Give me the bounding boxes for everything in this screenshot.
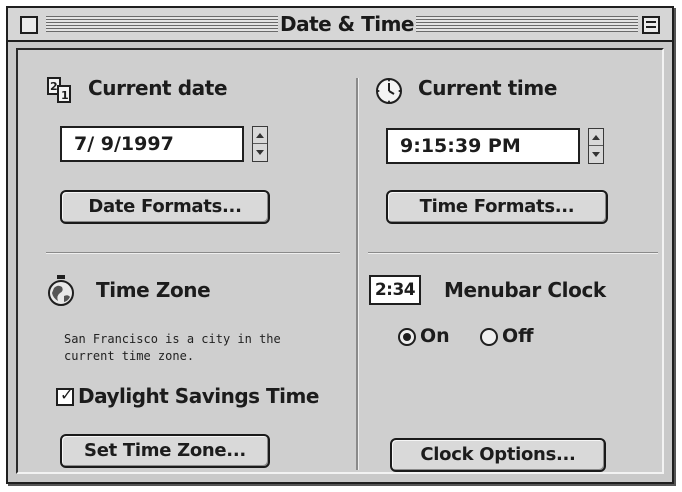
date-time-window: Date & Time 2 1 Current date 7/ 9/1997 D… [6,6,674,484]
clock-icon [376,78,402,104]
calendar-icon: 2 1 [47,77,71,103]
arrow-up-icon[interactable] [589,129,603,146]
arrow-down-icon[interactable] [589,146,603,162]
current-time-heading: Current time [418,76,557,100]
daylight-savings-label[interactable]: Daylight Savings Time [78,384,319,408]
time-formats-button[interactable]: Time Formats... [386,190,608,224]
clock-options-button[interactable]: Clock Options... [390,438,606,472]
close-box-icon[interactable] [20,16,38,34]
date-formats-button[interactable]: Date Formats... [60,190,270,224]
zoom-box-icon[interactable] [642,16,660,34]
left-divider [46,252,340,254]
clock-off-label[interactable]: Off [502,325,534,347]
daylight-savings-checkbox[interactable]: ✓ [56,385,74,406]
title-bar-stripes-left [46,16,278,32]
current-date-heading: Current date [88,76,228,100]
checkmark-icon: ✓ [60,385,74,404]
svg-text:2: 2 [50,80,58,93]
title-bar-stripes-right [416,16,638,32]
menubar-clock-preview: 2:34 [369,275,421,305]
arrow-down-icon[interactable] [253,144,267,160]
control-panel-body: 2 1 Current date 7/ 9/1997 Date Formats.… [16,48,664,474]
time-stepper[interactable] [588,128,604,164]
arrow-up-icon[interactable] [253,127,267,144]
set-time-zone-button[interactable]: Set Time Zone... [60,434,270,468]
window-title: Date & Time [280,12,415,36]
current-time-field[interactable]: 9:15:39 PM [386,128,580,164]
clock-on-label[interactable]: On [420,325,450,347]
right-divider [368,252,658,254]
time-zone-heading: Time Zone [96,278,211,302]
clock-on-radio[interactable] [398,328,416,346]
current-date-field[interactable]: 7/ 9/1997 [60,126,244,162]
date-stepper[interactable] [252,126,268,162]
clock-off-radio[interactable] [480,328,498,346]
title-bar[interactable]: Date & Time [8,8,672,42]
svg-text:1: 1 [61,89,69,102]
globe-icon [48,275,74,306]
time-zone-description: San Francisco is a city in the current t… [64,332,281,363]
menubar-clock-heading: Menubar Clock [444,278,606,302]
vertical-divider [356,78,359,470]
